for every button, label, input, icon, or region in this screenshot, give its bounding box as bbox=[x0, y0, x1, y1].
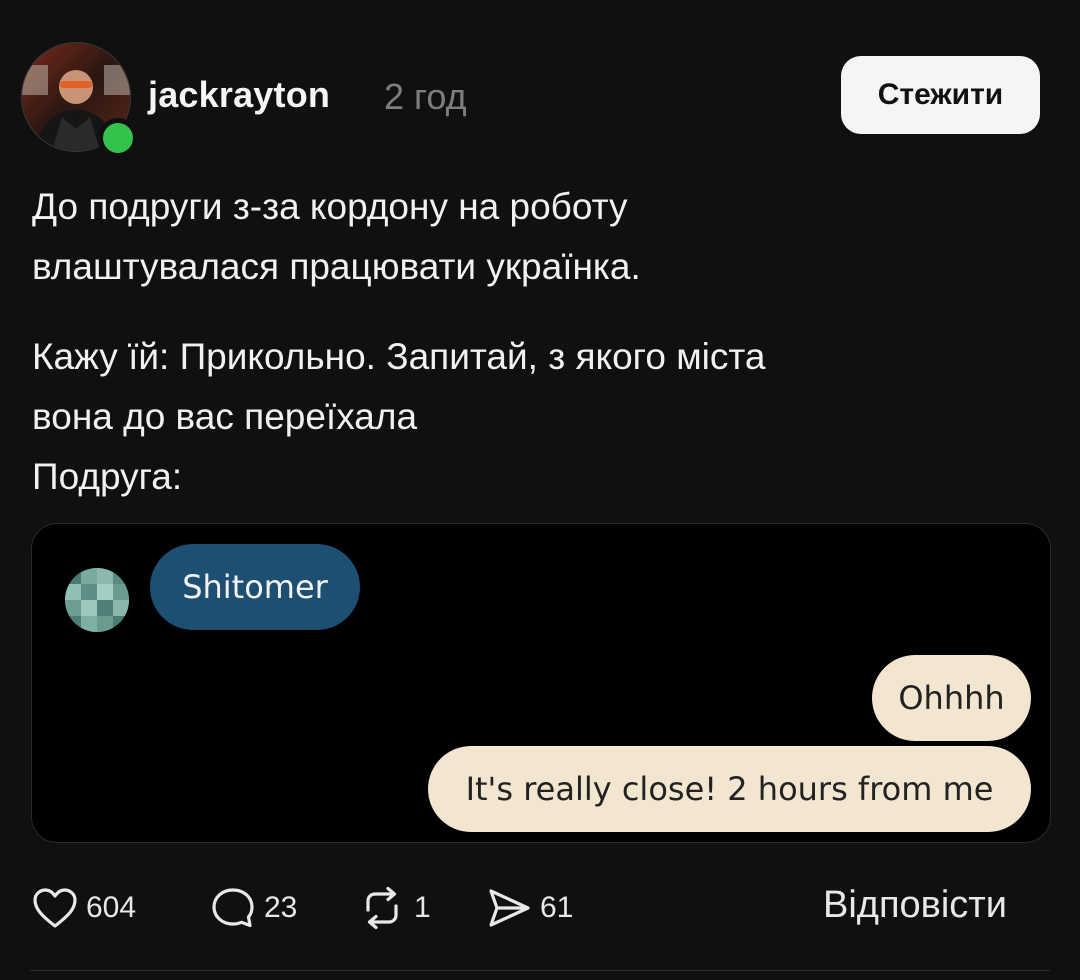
share-count: 61 bbox=[540, 891, 574, 924]
post-text-paragraph-1: До подруги з-за кордону на роботу влашту… bbox=[32, 177, 641, 297]
repost-count: 1 bbox=[414, 891, 431, 924]
paragraph-text: До подруги з-за кордону на роботу влашту… bbox=[32, 186, 641, 287]
blurred-contact-avatar bbox=[65, 568, 129, 632]
comment-icon bbox=[210, 886, 256, 930]
reply-button[interactable]: Відповісти bbox=[823, 884, 1007, 927]
like-button[interactable]: 604 bbox=[32, 886, 136, 930]
post-text-paragraph-2: Кажу їй: Прикольно. Запитай, з якого міс… bbox=[32, 327, 765, 447]
follow-button[interactable]: Стежити bbox=[841, 56, 1040, 134]
outgoing-message-bubble: It's really close! 2 hours from me bbox=[428, 746, 1031, 832]
comment-button[interactable]: 23 bbox=[210, 886, 297, 930]
like-count: 604 bbox=[86, 891, 137, 924]
post-timestamp: 2 год bbox=[384, 76, 467, 117]
repost-button[interactable]: 1 bbox=[358, 886, 431, 930]
heart-icon bbox=[32, 887, 78, 929]
incoming-message-bubble: Shitomer bbox=[150, 544, 360, 630]
outgoing-message-bubble: Ohhhh bbox=[872, 655, 1031, 741]
thread-post: jackrayton 2 год Стежити До подруги з-за… bbox=[0, 0, 1080, 980]
paragraph-text: Подруга: bbox=[32, 456, 183, 497]
post-divider bbox=[30, 970, 1050, 971]
comment-count: 23 bbox=[264, 891, 298, 924]
author-username[interactable]: jackrayton bbox=[148, 74, 330, 116]
repost-icon bbox=[358, 886, 406, 930]
paragraph-text: Кажу їй: Прикольно. Запитай, з якого міс… bbox=[32, 336, 766, 437]
share-button[interactable]: 61 bbox=[486, 886, 573, 930]
send-icon bbox=[486, 886, 532, 930]
post-text-paragraph-3: Подруга: bbox=[32, 447, 182, 507]
online-status-dot bbox=[98, 118, 138, 158]
post-image[interactable]: Shitomer Ohhhh It's really close! 2 hour… bbox=[31, 523, 1051, 843]
